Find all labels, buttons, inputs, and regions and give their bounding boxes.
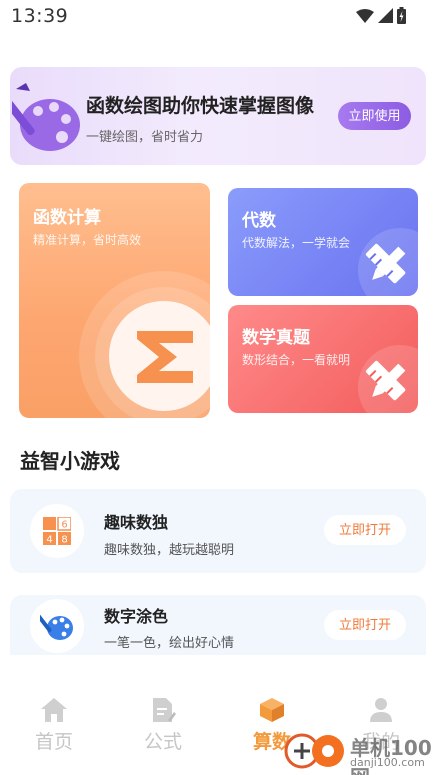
nav-label: 首页 [34,731,73,753]
palette-icon [12,83,80,151]
watermark-url: danji100.com [350,756,425,769]
wifi-icon [356,8,374,23]
pencil-ruler-icon [365,243,406,284]
function-calc-title: 函数计算 [33,208,101,228]
game-name: 趣味数独 [104,513,169,532]
function-plot-banner[interactable]: 函数绘图助你快速掌握图像 一键绘图，省时省力 立即使用 [10,67,426,165]
person-icon [370,698,392,722]
game-item-sudoku[interactable]: 6 4 8 趣味数独 趣味数独，越玩越聪明 立即打开 [10,489,426,573]
open-sudoku-button[interactable]: 立即打开 [324,515,406,545]
game-icon-container: 6 4 8 [30,504,84,558]
algebra-title: 代数 [242,211,276,231]
open-coloring-button[interactable]: 立即打开 [324,610,406,640]
status-icons [356,7,406,24]
math-exam-subtitle: 数形结合，一看就明 [242,353,351,367]
game-description: 趣味数独，越玩越聪明 [104,543,235,558]
games-section-title: 益智小游戏 [20,449,120,473]
home-icon [41,698,67,722]
color-palette-icon [40,613,73,640]
cube-icon [260,698,284,722]
formula-document-icon [153,698,176,722]
battery-icon [397,7,406,24]
sudoku-digit: 6 [61,520,67,531]
sudoku-icon: 6 4 8 [43,517,71,545]
banner-subtitle: 一键绘图，省时省力 [86,130,204,145]
nav-item-home[interactable]: 首页 [19,697,89,754]
app-screen: 13:39 函数绘图助你快速掌握图像 一键绘图，省时省力 立即使用 函数计算 精… [0,0,436,775]
math-exam-card[interactable]: 数学真题 数形结合，一看就明 [228,305,418,413]
pencil-ruler-icon [365,360,406,401]
watermark-logo-icon [284,733,344,769]
nav-label: 公式 [143,731,182,753]
nav-item-formula[interactable]: 公式 [128,697,198,754]
status-time: 13:39 [11,5,69,27]
use-now-button[interactable]: 立即使用 [338,102,411,130]
game-item-color[interactable]: 数字涂色 一笔一色，绘出好心情 立即打开 [10,595,426,655]
site-watermark: 单机100网 danji100.com [284,728,434,775]
game-description: 一笔一色，绘出好心情 [104,636,235,651]
math-exam-title: 数学真题 [242,328,310,348]
cell-signal-icon [378,8,393,23]
game-name: 数字涂色 [104,607,169,626]
game-icon-container [30,599,84,653]
sudoku-digit: 8 [61,535,67,546]
banner-title: 函数绘图助你快速掌握图像 [86,95,315,117]
algebra-subtitle: 代数解法，一学就会 [242,236,351,250]
status-bar: 13:39 [0,0,436,34]
algebra-card[interactable]: 代数 代数解法，一学就会 [228,188,418,296]
sigma-icon [137,331,193,383]
function-calc-subtitle: 精准计算，省时高效 [33,233,142,247]
sudoku-digit: 4 [46,535,52,546]
function-calc-card[interactable]: 函数计算 精准计算，省时高效 [19,183,210,418]
